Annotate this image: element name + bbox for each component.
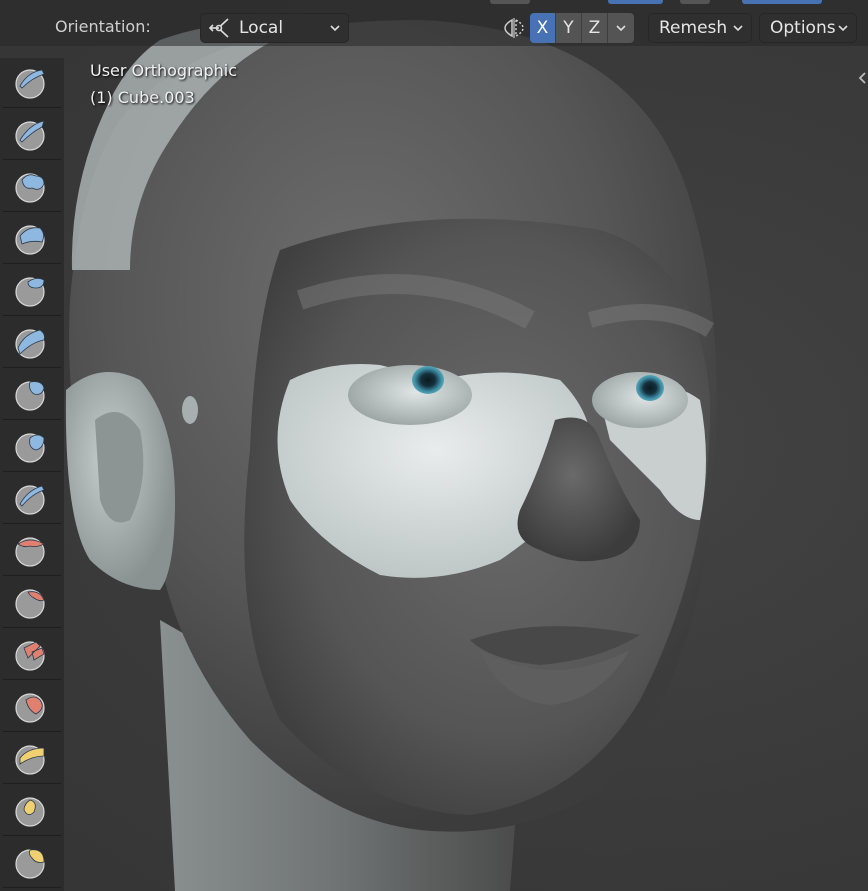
- mirror-z-toggle[interactable]: Z: [582, 13, 608, 43]
- sculpt-mesh: [65, 20, 717, 891]
- inflate-tool-button[interactable]: [3, 318, 61, 368]
- pinch-tool-button[interactable]: [3, 734, 61, 784]
- chevron-down-icon: [616, 25, 626, 32]
- smooth-tool-button[interactable]: [3, 474, 61, 524]
- draw-tool-button[interactable]: [3, 58, 61, 108]
- elastic-deform-tool-icon: [15, 849, 45, 879]
- draw-tool-icon: [15, 69, 45, 99]
- mirror-icon: [504, 18, 524, 38]
- chevron-down-icon: [838, 25, 848, 32]
- header-nub: [490, 0, 530, 4]
- scrape-tool-icon: [15, 641, 45, 671]
- clay-strips-tool-button[interactable]: [3, 214, 61, 264]
- orientation-icon: [208, 18, 229, 38]
- view-name: User Orthographic: [90, 61, 238, 80]
- options-label: Options: [770, 18, 836, 38]
- 3d-viewport[interactable]: Orientation: Local X Y Z Remesh Options …: [0, 0, 868, 891]
- layer-tool-button[interactable]: [3, 266, 61, 316]
- flatten-tool-icon: [15, 537, 45, 567]
- tool-shelf: [0, 58, 64, 891]
- crease-tool-button[interactable]: [3, 422, 61, 472]
- orientation-value: Local: [239, 18, 284, 38]
- draw-sharp-tool-icon: [15, 120, 45, 151]
- clay-strips-tool-icon: [15, 225, 45, 255]
- smooth-tool-icon: [15, 485, 45, 515]
- header-nub: [680, 0, 710, 4]
- remesh-label: Remesh: [659, 18, 728, 38]
- orientation-dropdown[interactable]: Local: [200, 13, 349, 43]
- object-name: (1) Cube.003: [90, 88, 195, 107]
- tool-header: Orientation: Local X Y Z Remesh Options: [0, 0, 868, 56]
- elastic-deform-tool-button[interactable]: [3, 838, 61, 888]
- remesh-dropdown[interactable]: Remesh: [648, 13, 752, 43]
- scrape-tool-button[interactable]: [3, 630, 61, 680]
- clay-tool-icon: [15, 173, 45, 203]
- mirror-x-toggle[interactable]: X: [530, 13, 556, 43]
- multiplane-scrape-tool-icon: [15, 693, 45, 723]
- symmetry-options-dropdown[interactable]: [608, 13, 634, 43]
- flatten-tool-button[interactable]: [3, 526, 61, 576]
- blob-tool-button[interactable]: [3, 370, 61, 420]
- layer-tool-icon: [15, 277, 45, 307]
- chevron-down-icon: [733, 25, 743, 32]
- sidebar-toggle-icon[interactable]: [856, 70, 868, 86]
- grab-tool-icon: [15, 797, 45, 827]
- fill-tool-icon: [15, 589, 45, 619]
- multiplane-scrape-tool-button[interactable]: [3, 682, 61, 732]
- header-nub: [742, 0, 822, 4]
- blob-tool-icon: [15, 381, 45, 411]
- crease-tool-icon: [15, 433, 45, 463]
- header-nub: [608, 0, 663, 4]
- mirror-axis-group: X Y Z: [530, 13, 634, 43]
- fill-tool-button[interactable]: [3, 578, 61, 628]
- chevron-down-icon: [330, 25, 340, 32]
- grab-tool-button[interactable]: [3, 786, 61, 836]
- orientation-label: Orientation:: [55, 17, 151, 36]
- mirror-y-toggle[interactable]: Y: [556, 13, 582, 43]
- options-dropdown[interactable]: Options: [759, 13, 857, 43]
- inflate-tool-icon: [15, 329, 45, 359]
- draw-sharp-tool-button[interactable]: [3, 110, 61, 160]
- clay-tool-button[interactable]: [3, 162, 61, 212]
- pinch-tool-icon: [15, 745, 45, 775]
